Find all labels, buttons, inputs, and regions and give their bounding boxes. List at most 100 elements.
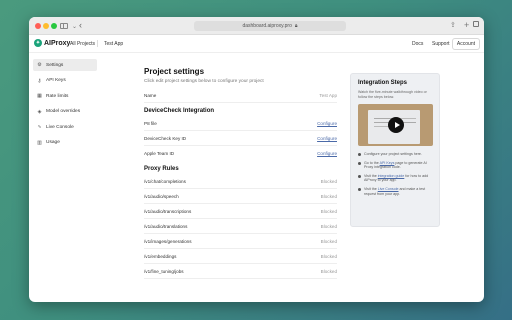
new-tab-icon[interactable]: + bbox=[464, 19, 469, 31]
sidebar-item-rate-limits[interactable]: ▦ Rate limits bbox=[33, 90, 97, 102]
page-title: Project settings bbox=[144, 67, 205, 76]
row-label: Apple Team ID bbox=[144, 151, 175, 156]
settings-main: Project settings Click edit project sett… bbox=[144, 53, 337, 279]
name-value: Test App bbox=[319, 92, 337, 98]
step-text: Go to the API Keys page to generate AI P… bbox=[364, 160, 427, 170]
row-label: P8 file bbox=[144, 120, 157, 126]
proxy-rule-row[interactable]: /v1/chat/completions Blocked bbox=[144, 174, 337, 189]
back-arrow-icon[interactable]: ‹ bbox=[79, 19, 82, 31]
sidebar-item-label: Settings bbox=[46, 62, 64, 68]
sidebar-item-live-console[interactable]: ∿ Live Console bbox=[33, 121, 97, 133]
zoom-window-button[interactable] bbox=[51, 23, 57, 29]
configure-key-id-link[interactable]: Configure bbox=[317, 136, 337, 141]
page-subtitle: Click edit project settings below to con… bbox=[144, 79, 264, 84]
sidebar-item-usage[interactable]: ▥ Usage bbox=[33, 137, 97, 149]
devicecheck-row: DeviceCheck Key ID Configure bbox=[144, 131, 337, 146]
grid-icon: ▦ bbox=[37, 93, 42, 100]
browser-titlebar: ⌄ ‹ dashboard.aiproxy.pro 🔒︎ ⇪ + bbox=[29, 17, 484, 35]
rule-status: Blocked bbox=[320, 253, 337, 259]
step-item: Visit the Live Console and make a test r… bbox=[358, 187, 432, 196]
step-item: Visit the integration guide for how to a… bbox=[358, 174, 432, 183]
rule-status: Blocked bbox=[320, 223, 337, 229]
configure-team-id-link[interactable]: Configure bbox=[317, 151, 337, 156]
support-link[interactable]: Support bbox=[432, 41, 450, 47]
walkthrough-video[interactable] bbox=[358, 104, 433, 146]
api-keys-link[interactable]: API Keys bbox=[380, 161, 395, 165]
panel-title: Integration Steps bbox=[358, 80, 408, 86]
key-icon: ⚷ bbox=[37, 77, 42, 84]
close-window-button[interactable] bbox=[35, 23, 41, 29]
rule-path: /v1/audio/transcriptions bbox=[144, 208, 192, 214]
integration-guide-link[interactable]: integration guide bbox=[378, 174, 405, 178]
all-projects-link[interactable]: All Projects bbox=[70, 41, 95, 47]
sidebar-item-settings[interactable]: ⚙ Settings bbox=[33, 59, 97, 71]
aiproxy-logo-icon: ✦ bbox=[34, 39, 42, 47]
step-item: Configure your project settings here. bbox=[358, 152, 432, 157]
top-nav: ✦ AIProxy All Projects Test App Docs Sup… bbox=[29, 35, 484, 53]
proxy-rules-section-title: Proxy Rules bbox=[144, 166, 179, 172]
proxy-rule-row[interactable]: /v1/audio/transcriptions Blocked bbox=[144, 204, 337, 219]
devicecheck-section-title: DeviceCheck Integration bbox=[144, 108, 215, 114]
bullet-icon bbox=[358, 187, 361, 191]
proxy-rule-row[interactable]: /v1/audio/translations Blocked bbox=[144, 219, 337, 234]
sidebar-item-api-keys[interactable]: ⚷ API Keys bbox=[33, 75, 97, 87]
docs-link[interactable]: Docs bbox=[412, 41, 423, 47]
proxy-rule-row[interactable]: /v1/fine_tuning/jobs Blocked bbox=[144, 264, 337, 279]
account-button[interactable]: Account bbox=[451, 38, 480, 50]
browser-window: ⌄ ‹ dashboard.aiproxy.pro 🔒︎ ⇪ + ✦ AIPro… bbox=[29, 17, 484, 302]
step-text: Configure your project settings here. bbox=[364, 152, 422, 156]
project-name-link[interactable]: Test App bbox=[104, 41, 123, 47]
share-icon[interactable]: ⇪ bbox=[450, 20, 456, 32]
sidebar-item-model-overrides[interactable]: ◈ Model overrides bbox=[33, 106, 97, 118]
sidebar-item-label: Model overrides bbox=[46, 109, 81, 115]
rule-status: Blocked bbox=[320, 268, 337, 274]
rule-path: /v1/images/generations bbox=[144, 238, 192, 244]
layers-icon: ◈ bbox=[37, 108, 42, 115]
address-bar[interactable]: dashboard.aiproxy.pro 🔒︎ bbox=[194, 21, 346, 31]
rule-path: /v1/chat/completions bbox=[144, 178, 186, 184]
sidebar-item-label: Rate limits bbox=[46, 93, 69, 99]
sidebar-item-label: API Keys bbox=[46, 78, 66, 84]
proxy-rule-row[interactable]: /v1/images/generations Blocked bbox=[144, 234, 337, 249]
play-icon[interactable] bbox=[388, 117, 404, 133]
chart-icon: ▥ bbox=[37, 139, 42, 146]
rule-status: Blocked bbox=[320, 178, 337, 184]
tab-overview-icon[interactable] bbox=[473, 21, 479, 27]
nav-divider bbox=[97, 40, 98, 47]
pulse-icon: ∿ bbox=[37, 124, 42, 131]
proxy-rule-row[interactable]: /v1/audio/speech Blocked bbox=[144, 189, 337, 204]
sidebar: ⚙ Settings ⚷ API Keys ▦ Rate limits ◈ Mo… bbox=[29, 53, 101, 302]
step-text: Visit the Live Console and make a test r… bbox=[364, 186, 426, 196]
devicecheck-row: P8 file Configure bbox=[144, 116, 337, 131]
row-label: DeviceCheck Key ID bbox=[144, 135, 187, 141]
minimize-window-button[interactable] bbox=[43, 23, 49, 29]
sidebar-toggle-icon[interactable] bbox=[60, 23, 68, 29]
sidebar-item-label: Usage bbox=[46, 140, 60, 146]
logo[interactable]: ✦ AIProxy bbox=[34, 39, 70, 47]
rule-status: Blocked bbox=[320, 193, 337, 199]
steps-list: Configure your project settings here. Go… bbox=[358, 152, 432, 196]
url-text: dashboard.aiproxy.pro bbox=[242, 23, 292, 29]
live-console-link[interactable]: Live Console bbox=[378, 187, 399, 191]
step-item: Go to the API Keys page to generate AI P… bbox=[358, 161, 432, 170]
chevron-down-icon[interactable]: ⌄ bbox=[72, 21, 77, 33]
project-name-row: Name Test App bbox=[144, 88, 337, 103]
rule-status: Blocked bbox=[320, 238, 337, 244]
panel-description: Watch the five-minute walkthrough video … bbox=[358, 90, 427, 99]
step-text: Visit the integration guide for how to a… bbox=[364, 173, 429, 183]
proxy-rule-row[interactable]: /v1/embeddings Blocked bbox=[144, 249, 337, 264]
bullet-icon bbox=[358, 153, 361, 156]
lock-icon: 🔒︎ bbox=[294, 23, 298, 29]
bullet-icon bbox=[358, 161, 361, 165]
rule-path: /v1/embeddings bbox=[144, 253, 177, 259]
rule-path: /v1/fine_tuning/jobs bbox=[144, 268, 184, 274]
logo-text: AIProxy bbox=[44, 39, 71, 47]
rule-path: /v1/audio/speech bbox=[144, 193, 179, 199]
rule-status: Blocked bbox=[320, 208, 337, 214]
configure-p8-link[interactable]: Configure bbox=[317, 121, 337, 126]
rule-path: /v1/audio/translations bbox=[144, 223, 188, 229]
name-label: Name bbox=[144, 92, 157, 98]
sidebar-item-label: Live Console bbox=[46, 124, 74, 130]
gear-icon: ⚙ bbox=[37, 62, 42, 68]
integration-steps-panel: Integration Steps Watch the five-minute … bbox=[350, 73, 440, 227]
